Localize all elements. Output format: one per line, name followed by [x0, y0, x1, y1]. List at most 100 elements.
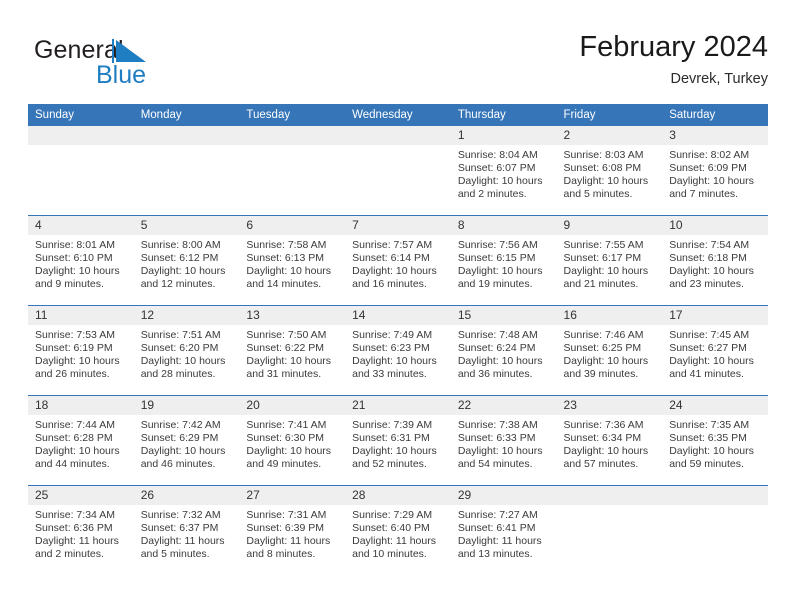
- day-sun-info: Sunrise: 8:03 AM Sunset: 6:08 PM Daylight:…: [557, 145, 663, 201]
- calendar-day-cell[interactable]: 8 Sunrise: 7:56 AM Sunset: 6:15 PM Daylight…: [450, 215, 557, 306]
- daylight-duration-line1: Daylight: 11 hours: [35, 535, 119, 548]
- day-sun-info: Sunrise: 7:29 AM Sunset: 6:40 PM Daylight:…: [345, 505, 451, 561]
- day-sun-info: Sunrise: 7:55 AM Sunset: 6:17 PM Daylight:…: [557, 235, 663, 291]
- daylight-duration-line2: and 14 minutes.: [246, 278, 322, 291]
- day-cell-content: 7 Sunrise: 7:57 AM Sunset: 6:14 PM Daylight…: [345, 216, 451, 305]
- calendar-day-cell[interactable]: 21 Sunrise: 7:39 AM Sunset: 6:31 PM Dayligh…: [345, 395, 451, 486]
- day-cell-content: [28, 126, 134, 215]
- daylight-duration-line1: Daylight: 10 hours: [563, 175, 649, 188]
- page-title: February 2024: [579, 31, 768, 63]
- day-number: 15: [450, 306, 557, 325]
- day-cell-content: 19 Sunrise: 7:42 AM Sunset: 6:29 PM Dayligh…: [133, 396, 240, 485]
- day-number: 27: [239, 486, 346, 505]
- weekday-header-row: Sunday Monday Tuesday Wednesday Thursday…: [28, 104, 768, 126]
- sunrise-time: Sunrise: 7:53 AM: [35, 329, 115, 341]
- sunrise-time: Sunrise: 7:41 AM: [246, 419, 327, 431]
- sunset-time: Sunset: 6:33 PM: [457, 432, 536, 445]
- weekday-header-saturday: Saturday: [662, 104, 768, 126]
- day-sun-info: Sunrise: 7:54 AM Sunset: 6:18 PM Daylight:…: [662, 235, 768, 291]
- calendar-day-cell-empty: [28, 126, 134, 216]
- calendar-day-cell[interactable]: 12 Sunrise: 7:51 AM Sunset: 6:20 PM Dayligh…: [133, 305, 240, 396]
- daylight-duration-line2: and 52 minutes.: [352, 458, 427, 471]
- daylight-duration-line2: and 16 minutes.: [352, 278, 427, 291]
- calendar-day-cell[interactable]: 6 Sunrise: 7:58 AM Sunset: 6:13 PM Daylight…: [239, 215, 346, 306]
- calendar-header: Sunday Monday Tuesday Wednesday Thursday…: [28, 104, 768, 126]
- calendar-day-cell[interactable]: 29 Sunrise: 7:27 AM Sunset: 6:41 PM Dayligh…: [450, 485, 557, 575]
- daylight-duration-line1: Daylight: 10 hours: [563, 445, 649, 458]
- calendar-day-cell[interactable]: 25 Sunrise: 7:34 AM Sunset: 6:36 PM Dayligh…: [28, 485, 134, 575]
- day-cell-content: 3 Sunrise: 8:02 AM Sunset: 6:09 PM Daylight…: [662, 126, 768, 215]
- day-sun-info: Sunrise: 7:53 AM Sunset: 6:19 PM Daylight:…: [28, 325, 134, 381]
- day-sun-info: Sunrise: 7:38 AM Sunset: 6:33 PM Daylight:…: [451, 415, 557, 471]
- calendar-day-cell[interactable]: 18 Sunrise: 7:44 AM Sunset: 6:28 PM Dayligh…: [28, 395, 134, 486]
- day-sun-info: Sunrise: 7:46 AM Sunset: 6:25 PM Daylight:…: [557, 325, 663, 381]
- day-cell-content: 9 Sunrise: 7:55 AM Sunset: 6:17 PM Daylight…: [556, 216, 663, 305]
- day-cell-content: 24 Sunrise: 7:35 AM Sunset: 6:35 PM Dayligh…: [662, 396, 768, 485]
- calendar-day-cell[interactable]: 23 Sunrise: 7:36 AM Sunset: 6:34 PM Dayligh…: [556, 395, 663, 486]
- calendar-day-cell[interactable]: 24 Sunrise: 7:35 AM Sunset: 6:35 PM Dayligh…: [662, 395, 768, 486]
- day-sun-info: Sunrise: 8:02 AM Sunset: 6:09 PM Daylight:…: [662, 145, 768, 201]
- sunrise-time: Sunrise: 7:39 AM: [352, 419, 433, 431]
- day-cell-content: 13 Sunrise: 7:50 AM Sunset: 6:22 PM Dayligh…: [239, 306, 346, 395]
- day-number: 7: [345, 216, 451, 235]
- calendar-day-cell[interactable]: 3 Sunrise: 8:02 AM Sunset: 6:09 PM Daylight…: [662, 126, 768, 216]
- sunrise-time: Sunrise: 7:32 AM: [140, 509, 221, 521]
- day-sun-info: Sunrise: 7:57 AM Sunset: 6:14 PM Daylight:…: [345, 235, 451, 291]
- sunset-time: Sunset: 6:31 PM: [352, 432, 430, 445]
- generalblue-logo[interactable]: General Blue: [34, 36, 264, 92]
- calendar-day-cell[interactable]: 2 Sunrise: 8:03 AM Sunset: 6:08 PM Daylight…: [556, 126, 663, 216]
- daylight-duration-line1: Daylight: 10 hours: [352, 445, 437, 458]
- sunset-time: Sunset: 6:27 PM: [669, 342, 747, 355]
- day-cell-content: 15 Sunrise: 7:48 AM Sunset: 6:24 PM Dayligh…: [450, 306, 557, 395]
- calendar-week-row: 25 Sunrise: 7:34 AM Sunset: 6:36 PM Dayligh…: [28, 485, 768, 575]
- calendar-day-cell[interactable]: 26 Sunrise: 7:32 AM Sunset: 6:37 PM Dayligh…: [133, 485, 240, 575]
- day-sun-info: Sunrise: 7:41 AM Sunset: 6:30 PM Daylight:…: [239, 415, 345, 471]
- calendar-day-cell[interactable]: 4 Sunrise: 8:01 AM Sunset: 6:10 PM Daylight…: [28, 215, 134, 306]
- calendar-day-cell[interactable]: 27 Sunrise: 7:31 AM Sunset: 6:39 PM Dayligh…: [239, 485, 346, 575]
- daylight-duration-line1: Daylight: 10 hours: [140, 265, 226, 278]
- calendar-day-cell[interactable]: 16 Sunrise: 7:46 AM Sunset: 6:25 PM Dayligh…: [556, 305, 663, 396]
- daylight-duration-line2: and 39 minutes.: [563, 368, 639, 381]
- daylight-duration-line2: and 26 minutes.: [35, 368, 110, 381]
- daylight-duration-line2: and 33 minutes.: [352, 368, 427, 381]
- sunset-time: Sunset: 6:34 PM: [563, 432, 642, 445]
- calendar-day-cell[interactable]: 20 Sunrise: 7:41 AM Sunset: 6:30 PM Dayligh…: [239, 395, 346, 486]
- day-number: 25: [28, 486, 134, 505]
- daylight-duration-line2: and 41 minutes.: [669, 368, 744, 381]
- logo-text-blue: Blue: [96, 61, 147, 89]
- calendar-week-row: 18 Sunrise: 7:44 AM Sunset: 6:28 PM Dayligh…: [28, 395, 768, 486]
- daylight-duration-line1: Daylight: 10 hours: [669, 175, 754, 188]
- day-number: 9: [556, 216, 663, 235]
- calendar-day-cell[interactable]: 5 Sunrise: 8:00 AM Sunset: 6:12 PM Daylight…: [133, 215, 240, 306]
- daylight-duration-line2: and 44 minutes.: [35, 458, 110, 471]
- calendar-day-cell[interactable]: 1 Sunrise: 8:04 AM Sunset: 6:07 PM Daylight…: [450, 126, 557, 216]
- daylight-duration-line2: and 7 minutes.: [669, 188, 739, 201]
- calendar-day-cell[interactable]: 10 Sunrise: 7:54 AM Sunset: 6:18 PM Dayligh…: [662, 215, 768, 306]
- calendar-day-cell[interactable]: 19 Sunrise: 7:42 AM Sunset: 6:29 PM Dayligh…: [133, 395, 240, 486]
- calendar-day-cell[interactable]: 11 Sunrise: 7:53 AM Sunset: 6:19 PM Dayligh…: [28, 305, 134, 396]
- calendar-day-cell[interactable]: 13 Sunrise: 7:50 AM Sunset: 6:22 PM Dayligh…: [239, 305, 346, 396]
- sunset-time: Sunset: 6:39 PM: [246, 522, 325, 535]
- calendar-day-cell[interactable]: 15 Sunrise: 7:48 AM Sunset: 6:24 PM Dayligh…: [450, 305, 557, 396]
- day-cell-content: 21 Sunrise: 7:39 AM Sunset: 6:31 PM Dayligh…: [345, 396, 451, 485]
- calendar-day-cell[interactable]: 7 Sunrise: 7:57 AM Sunset: 6:14 PM Daylight…: [345, 215, 451, 306]
- calendar-day-cell[interactable]: 9 Sunrise: 7:55 AM Sunset: 6:17 PM Daylight…: [556, 215, 663, 306]
- day-sun-info: Sunrise: 7:32 AM Sunset: 6:37 PM Daylight:…: [134, 505, 240, 561]
- day-cell-content: 8 Sunrise: 7:56 AM Sunset: 6:15 PM Daylight…: [450, 216, 557, 305]
- daylight-duration-line1: Daylight: 10 hours: [563, 265, 649, 278]
- daylight-duration-line1: Daylight: 10 hours: [669, 355, 754, 368]
- daylight-duration-line2: and 23 minutes.: [669, 278, 744, 291]
- day-cell-content: [662, 486, 768, 575]
- sunset-time: Sunset: 6:35 PM: [669, 432, 747, 445]
- calendar-day-cell-empty: [662, 485, 768, 575]
- daylight-duration-line1: Daylight: 10 hours: [35, 355, 120, 368]
- calendar-day-cell[interactable]: 28 Sunrise: 7:29 AM Sunset: 6:40 PM Dayligh…: [345, 485, 451, 575]
- day-cell-content: 26 Sunrise: 7:32 AM Sunset: 6:37 PM Dayligh…: [133, 486, 240, 575]
- sunset-time: Sunset: 6:25 PM: [563, 342, 642, 355]
- calendar-day-cell[interactable]: 22 Sunrise: 7:38 AM Sunset: 6:33 PM Dayligh…: [450, 395, 557, 486]
- daylight-duration-line2: and 19 minutes.: [457, 278, 533, 291]
- daylight-duration-line2: and 46 minutes.: [140, 458, 216, 471]
- calendar-day-cell[interactable]: 17 Sunrise: 7:45 AM Sunset: 6:27 PM Dayligh…: [662, 305, 768, 396]
- calendar-day-cell[interactable]: 14 Sunrise: 7:49 AM Sunset: 6:23 PM Dayligh…: [345, 305, 451, 396]
- day-cell-content: 1 Sunrise: 8:04 AM Sunset: 6:07 PM Daylight…: [450, 126, 557, 215]
